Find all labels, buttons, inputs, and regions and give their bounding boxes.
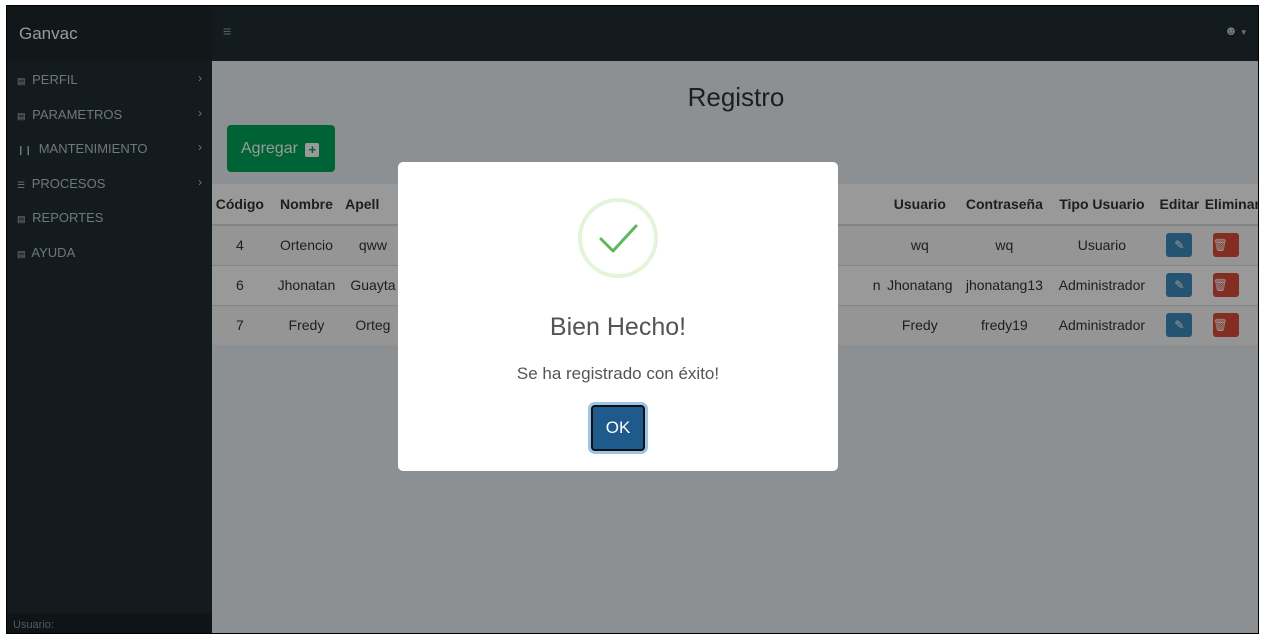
- success-dialog: Bien Hecho! Se ha registrado con éxito! …: [398, 162, 838, 471]
- dialog-message: Se ha registrado con éxito!: [516, 364, 720, 383]
- modal-backdrop[interactable]: Bien Hecho! Se ha registrado con éxito! …: [7, 6, 1258, 633]
- dialog-title: Bien Hecho!: [549, 313, 687, 341]
- ok-button[interactable]: OK: [591, 405, 645, 451]
- success-check-icon: [578, 198, 658, 278]
- app-window: Ganvac ≡ ☻ ▾ ▤ PERFIL › ▤ PARAMETROS › ❙…: [6, 5, 1259, 634]
